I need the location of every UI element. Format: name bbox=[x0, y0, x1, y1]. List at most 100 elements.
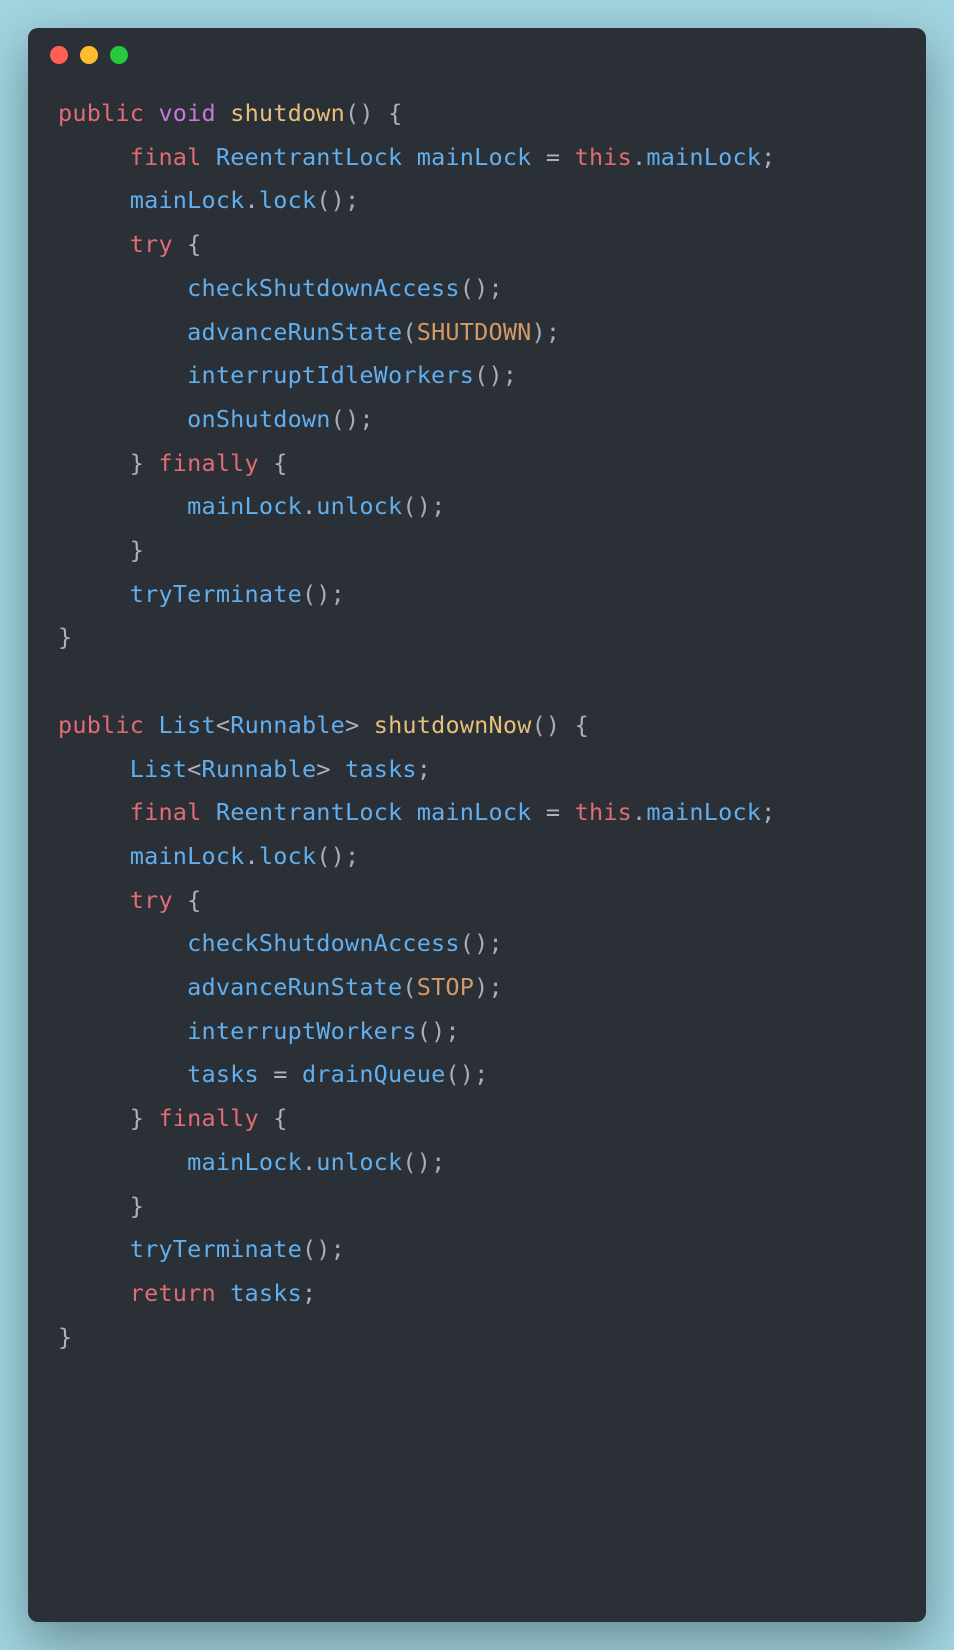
code-token: } bbox=[58, 1323, 72, 1351]
close-icon[interactable] bbox=[50, 46, 68, 64]
code-token bbox=[58, 361, 187, 389]
code-token: . bbox=[302, 492, 316, 520]
code-token: final bbox=[130, 798, 202, 826]
code-line: tasks = drainQueue(); bbox=[58, 1053, 896, 1097]
code-line: try { bbox=[58, 223, 896, 267]
code-token: ; bbox=[761, 143, 775, 171]
code-token: { bbox=[173, 886, 202, 914]
code-line: mainLock.unlock(); bbox=[58, 1141, 896, 1185]
code-token: ( bbox=[402, 973, 416, 1001]
code-token: = bbox=[532, 798, 575, 826]
code-line: final ReentrantLock mainLock = this.main… bbox=[58, 791, 896, 835]
code-token bbox=[58, 798, 130, 826]
code-token: shutdownNow bbox=[374, 711, 532, 739]
code-token: try bbox=[130, 886, 173, 914]
code-token: = bbox=[259, 1060, 302, 1088]
code-token: try bbox=[130, 230, 173, 258]
code-token: mainLock bbox=[130, 186, 245, 214]
code-token: lock bbox=[259, 842, 316, 870]
code-token: advanceRunState bbox=[187, 318, 402, 346]
code-token: STOP bbox=[417, 973, 474, 1001]
code-token: > bbox=[345, 711, 359, 739]
code-token: (); bbox=[302, 580, 345, 608]
code-token: tryTerminate bbox=[130, 1235, 302, 1263]
code-token bbox=[216, 99, 230, 127]
code-token: mainLock bbox=[187, 1148, 302, 1176]
code-area[interactable]: public void shutdown() { final Reentrant… bbox=[28, 82, 926, 1389]
code-token: ; bbox=[302, 1279, 316, 1307]
code-token: < bbox=[216, 711, 230, 739]
code-line: final ReentrantLock mainLock = this.main… bbox=[58, 136, 896, 180]
code-token: return bbox=[130, 1279, 216, 1307]
code-token: { bbox=[374, 99, 403, 127]
code-token: . bbox=[302, 1148, 316, 1176]
code-token bbox=[202, 798, 216, 826]
code-token: lock bbox=[259, 186, 316, 214]
code-line: interruptIdleWorkers(); bbox=[58, 354, 896, 398]
code-line: } finally { bbox=[58, 442, 896, 486]
code-token: } bbox=[58, 1192, 144, 1220]
code-token bbox=[58, 580, 130, 608]
code-token: mainLock bbox=[646, 798, 761, 826]
code-token bbox=[58, 274, 187, 302]
code-token: unlock bbox=[316, 1148, 402, 1176]
code-token: mainLock bbox=[417, 143, 532, 171]
code-token: { bbox=[173, 230, 202, 258]
code-token: (); bbox=[445, 1060, 488, 1088]
code-line: } finally { bbox=[58, 1097, 896, 1141]
code-token: List bbox=[130, 755, 187, 783]
code-token: < bbox=[187, 755, 201, 783]
code-token: public bbox=[58, 99, 144, 127]
code-line: interruptWorkers(); bbox=[58, 1010, 896, 1054]
code-token: advanceRunState bbox=[187, 973, 402, 1001]
code-token bbox=[58, 230, 130, 258]
code-line: return tasks; bbox=[58, 1272, 896, 1316]
code-token: > bbox=[316, 755, 330, 783]
zoom-icon[interactable] bbox=[110, 46, 128, 64]
code-token bbox=[144, 711, 158, 739]
code-token: } bbox=[58, 1104, 158, 1132]
code-line: mainLock.lock(); bbox=[58, 835, 896, 879]
code-token: public bbox=[58, 711, 144, 739]
code-line: public List<Runnable> shutdownNow() { bbox=[58, 704, 896, 748]
code-line: advanceRunState(STOP); bbox=[58, 966, 896, 1010]
code-token: this bbox=[575, 143, 632, 171]
code-line: checkShutdownAccess(); bbox=[58, 267, 896, 311]
code-token bbox=[402, 143, 416, 171]
code-token: List bbox=[158, 711, 215, 739]
code-token bbox=[58, 143, 130, 171]
code-token: mainLock bbox=[646, 143, 761, 171]
code-token: ( bbox=[402, 318, 416, 346]
code-token: ReentrantLock bbox=[216, 798, 403, 826]
code-token: ); bbox=[532, 318, 561, 346]
code-token: this bbox=[575, 798, 632, 826]
code-token: } bbox=[58, 449, 158, 477]
code-token: (); bbox=[460, 929, 503, 957]
code-token: mainLock bbox=[130, 842, 245, 870]
code-token bbox=[58, 929, 187, 957]
minimize-icon[interactable] bbox=[80, 46, 98, 64]
code-token: (); bbox=[402, 492, 445, 520]
code-token bbox=[58, 1060, 187, 1088]
code-token: (); bbox=[460, 274, 503, 302]
code-token bbox=[58, 405, 187, 433]
code-line: } bbox=[58, 616, 896, 660]
code-token bbox=[58, 1279, 130, 1307]
code-token bbox=[216, 1279, 230, 1307]
code-line: onShutdown(); bbox=[58, 398, 896, 442]
code-line: mainLock.lock(); bbox=[58, 179, 896, 223]
code-token bbox=[58, 492, 187, 520]
code-line: } bbox=[58, 1185, 896, 1229]
code-token: . bbox=[632, 798, 646, 826]
code-token: . bbox=[245, 186, 259, 214]
code-token: ; bbox=[761, 798, 775, 826]
code-token: onShutdown bbox=[187, 405, 330, 433]
code-token: . bbox=[632, 143, 646, 171]
code-token bbox=[58, 842, 130, 870]
code-line: } bbox=[58, 529, 896, 573]
code-token: checkShutdownAccess bbox=[187, 929, 460, 957]
code-token: { bbox=[259, 1104, 288, 1132]
code-token: shutdown bbox=[230, 99, 345, 127]
code-line bbox=[58, 660, 896, 704]
code-token bbox=[58, 973, 187, 1001]
